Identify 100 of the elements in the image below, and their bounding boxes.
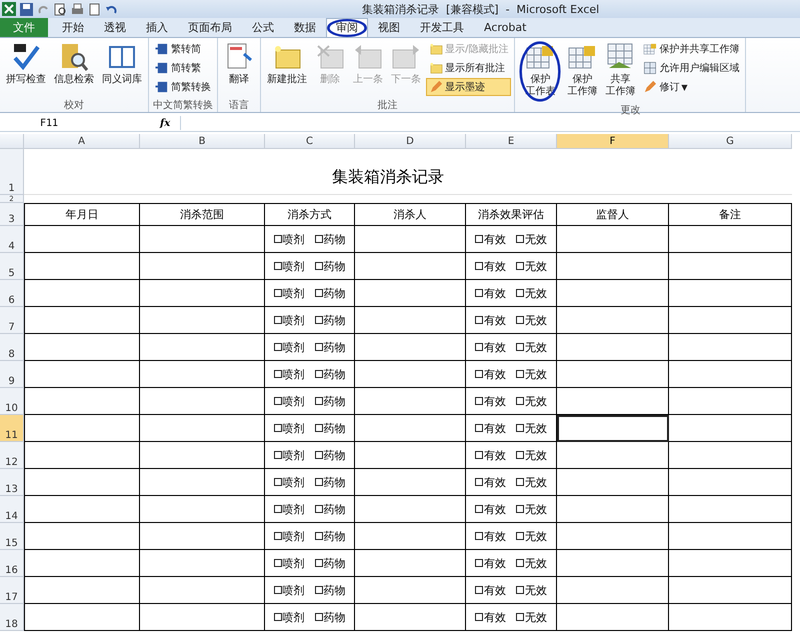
checkbox[interactable] [274,316,282,324]
table-cell[interactable] [669,388,792,415]
checkbox[interactable] [475,235,483,243]
row-header[interactable]: 3 [0,203,24,226]
print-preview-icon[interactable] [54,2,67,16]
table-cell[interactable] [24,253,140,280]
table-cell[interactable] [24,307,140,334]
row-header[interactable]: 14 [0,496,24,523]
checkbox[interactable] [475,532,483,540]
table-cell[interactable] [355,415,466,442]
column-header[interactable]: B [140,134,265,149]
checkbox[interactable] [314,343,322,351]
checkbox[interactable] [516,397,524,405]
checkbox[interactable] [516,262,524,270]
ribbon-button[interactable]: 拼写检查 [3,40,49,98]
ribbon-button[interactable]: 同义词库 [99,40,145,98]
ribbon-button[interactable]: 简繁转换 [152,78,214,96]
table-cell[interactable] [669,415,792,442]
checkbox[interactable] [314,235,322,243]
row-header[interactable]: 16 [0,550,24,577]
row-header[interactable]: 12 [0,442,24,469]
table-cell[interactable] [557,442,669,469]
checkbox[interactable] [274,478,282,486]
table-cell[interactable] [557,550,669,577]
checkbox[interactable] [274,424,282,432]
table-cell[interactable] [669,253,792,280]
table-cell[interactable] [355,469,466,496]
table-cell[interactable] [24,469,140,496]
ribbon-tab[interactable]: 数据 [284,18,326,37]
checkbox[interactable] [516,586,524,594]
checkbox[interactable] [274,532,282,540]
ribbon-button[interactable]: 翻译 [221,40,257,98]
ribbon-button[interactable]: 显示墨迹 [426,78,512,96]
table-cell[interactable] [557,280,669,307]
table-cell[interactable] [355,550,466,577]
selected-cell[interactable] [557,415,669,442]
checkbox[interactable] [475,397,483,405]
row-header[interactable]: 10 [0,388,24,415]
table-cell[interactable] [557,496,669,523]
table-cell[interactable] [355,523,466,550]
ribbon-tab[interactable]: Acrobat [474,18,536,37]
column-header[interactable]: C [265,134,355,149]
table-cell[interactable] [24,361,140,388]
checkbox[interactable] [475,424,483,432]
checkbox[interactable] [274,505,282,513]
table-cell[interactable] [140,253,265,280]
row-header[interactable]: 7 [0,307,24,334]
ribbon-tab[interactable]: 文件 [0,18,48,37]
checkbox[interactable] [516,343,524,351]
row-header[interactable]: 4 [0,226,24,253]
table-cell[interactable] [557,307,669,334]
table-cell[interactable] [669,550,792,577]
row-header[interactable]: 5 [0,253,24,280]
table-cell[interactable] [140,442,265,469]
table-cell[interactable] [557,604,669,631]
checkbox[interactable] [516,451,524,459]
checkbox[interactable] [314,424,322,432]
ribbon-tab[interactable]: 插入 [136,18,178,37]
ribbon-tab[interactable]: 开发工具 [410,18,474,37]
checkbox[interactable] [274,262,282,270]
checkbox[interactable] [516,532,524,540]
ribbon-tab[interactable]: 页面布局 [178,18,242,37]
table-cell[interactable] [355,496,466,523]
table-cell[interactable] [355,388,466,415]
ribbon-tab[interactable]: 透视 [94,18,136,37]
column-header[interactable]: D [355,134,466,149]
checkbox[interactable] [475,370,483,378]
checkbox[interactable] [274,343,282,351]
table-cell[interactable] [24,496,140,523]
checkbox[interactable] [475,316,483,324]
table-cell[interactable] [24,415,140,442]
table-cell[interactable] [669,280,792,307]
column-header[interactable]: F [557,134,669,149]
printer-icon[interactable] [71,2,84,16]
checkbox[interactable] [516,370,524,378]
table-cell[interactable] [669,523,792,550]
ribbon-button[interactable]: 简转繁 [152,59,214,77]
table-cell[interactable] [24,226,140,253]
table-cell[interactable] [355,604,466,631]
ribbon-button[interactable]: 繁转简 [152,40,214,58]
table-cell[interactable] [24,550,140,577]
table-cell[interactable] [557,253,669,280]
save-icon[interactable] [20,2,33,16]
checkbox[interactable] [516,478,524,486]
row-header[interactable]: 1 [0,149,24,195]
table-cell[interactable] [355,334,466,361]
ribbon-tab[interactable]: 开始 [52,18,94,37]
table-cell[interactable] [557,388,669,415]
table-cell[interactable] [355,307,466,334]
checkbox[interactable] [475,343,483,351]
table-cell[interactable] [140,334,265,361]
table-cell[interactable] [355,577,466,604]
ribbon-tab[interactable]: 公式 [242,18,284,37]
table-cell[interactable] [140,550,265,577]
table-cell[interactable] [140,361,265,388]
table-cell[interactable] [355,280,466,307]
checkbox[interactable] [475,559,483,567]
checkbox[interactable] [516,613,524,621]
ribbon-button[interactable]: 信息检索 [51,40,97,98]
checkbox[interactable] [274,586,282,594]
